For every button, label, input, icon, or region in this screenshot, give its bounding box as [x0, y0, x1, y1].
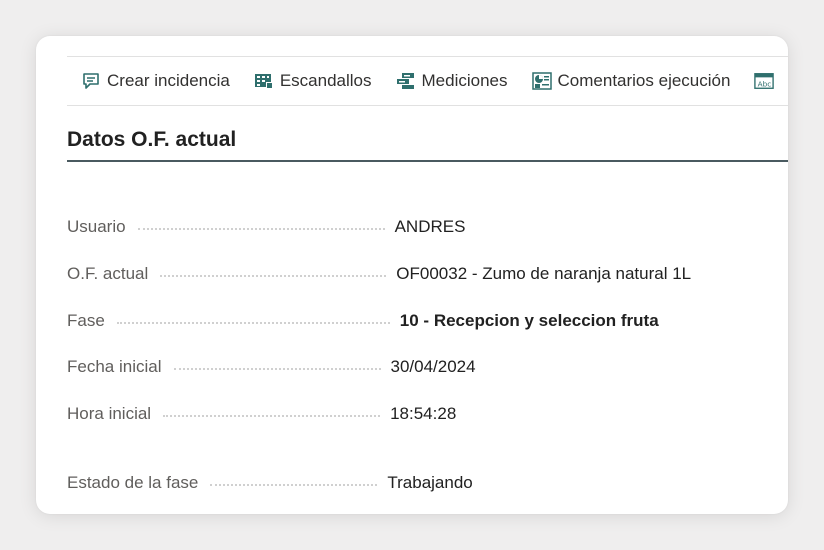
- fase-value: 10 - Recepcion y seleccion fruta: [399, 311, 659, 330]
- field-fecha-inicial: Fecha inicial 30/04/2024: [67, 355, 476, 379]
- comment-icon: [81, 71, 101, 91]
- leader-dots: [173, 368, 381, 370]
- escandallos-button[interactable]: Escandallos: [254, 71, 372, 91]
- section-title: Datos O.F. actual: [67, 128, 237, 151]
- leader-dots: [160, 275, 387, 277]
- leader-dots: [137, 228, 385, 230]
- hora-inicial-label: Hora inicial: [67, 404, 152, 423]
- field-estado-fase: Estado de la fase Trabajando: [67, 471, 473, 495]
- leader-dots: [210, 484, 378, 486]
- mediciones-label: Mediciones: [421, 71, 508, 90]
- usuario-label: Usuario: [67, 217, 126, 236]
- leader-dots: [163, 415, 381, 417]
- estado-fase-value: Trabajando: [387, 473, 473, 492]
- field-fase: Fase 10 - Recepcion y seleccion fruta: [67, 309, 659, 333]
- mediciones-button[interactable]: Mediciones: [396, 71, 508, 91]
- action-toolbar: Crear incidencia Escandallos Mediciones …: [67, 56, 788, 106]
- of-actual-label: O.F. actual: [67, 264, 149, 283]
- field-of-actual: O.F. actual OF00032 - Zumo de naranja na…: [67, 262, 691, 286]
- usuario-value: ANDRES: [394, 217, 466, 236]
- escandallos-label: Escandallos: [279, 71, 372, 90]
- leader-dots: [116, 322, 390, 324]
- measure-icon: [396, 71, 416, 91]
- abc-text-button[interactable]: Abc: [754, 71, 780, 91]
- field-usuario: Usuario ANDRES: [67, 215, 465, 239]
- chart-comment-icon: [531, 71, 552, 91]
- estado-fase-label: Estado de la fase: [67, 473, 199, 492]
- comentarios-ejecucion-button[interactable]: Comentarios ejecución: [531, 71, 731, 91]
- svg-text:Abc: Abc: [758, 79, 772, 88]
- fecha-inicial-label: Fecha inicial: [67, 357, 162, 376]
- abc-text-icon: Abc: [754, 71, 775, 91]
- of-actual-value: OF00032 - Zumo de naranja natural 1L: [396, 264, 692, 283]
- details-card: Crear incidencia Escandallos Mediciones …: [36, 36, 788, 514]
- comentarios-ejecucion-label: Comentarios ejecución: [557, 71, 731, 90]
- film-grid-icon: [254, 71, 274, 91]
- fecha-inicial-value: 30/04/2024: [390, 357, 476, 376]
- fase-label: Fase: [67, 311, 105, 330]
- section-divider: [67, 160, 788, 162]
- hora-inicial-value: 18:54:28: [390, 404, 457, 423]
- field-hora-inicial: Hora inicial 18:54:28: [67, 402, 456, 426]
- crear-incidencia-button[interactable]: Crear incidencia: [81, 71, 230, 91]
- crear-incidencia-label: Crear incidencia: [107, 71, 230, 90]
